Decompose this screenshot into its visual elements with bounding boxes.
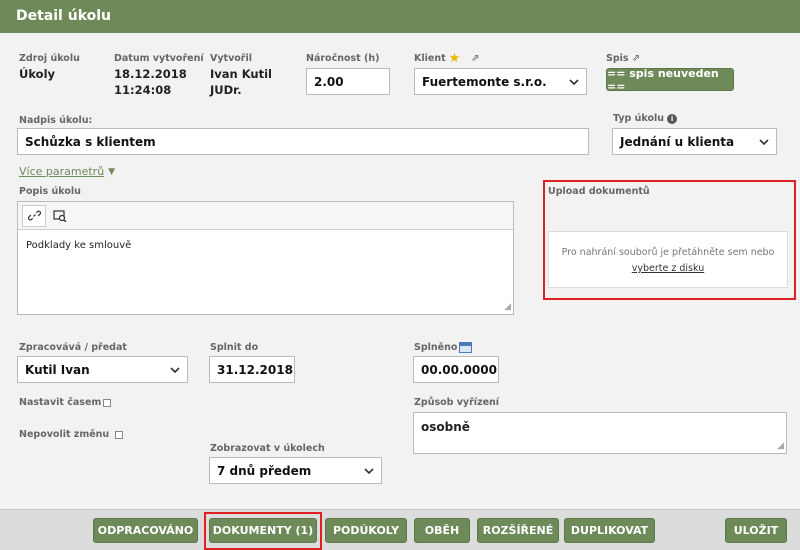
chevron-down-icon bbox=[357, 458, 381, 483]
klient-select[interactable]: Fuertemonte s.r.o. bbox=[414, 68, 587, 95]
spis-label: Spis bbox=[606, 53, 629, 64]
vice-parametru-link[interactable]: Více parametrů bbox=[19, 165, 104, 178]
image-search-icon[interactable] bbox=[48, 205, 72, 227]
podukoly-button[interactable]: PODÚKOLY bbox=[325, 518, 407, 543]
zpusob-label: Způsob vyřízení bbox=[414, 397, 500, 408]
spis-button[interactable]: == spis neuveden == bbox=[606, 67, 734, 93]
klient-label-row: Klient ★ ⇗ bbox=[414, 52, 480, 65]
splneno-label: Splněno bbox=[414, 342, 458, 353]
odpracovano-button[interactable]: ODPRACOVÁNO bbox=[93, 518, 198, 543]
upload-dropzone[interactable]: Pro nahrání souborů je přetáhněte sem ne… bbox=[548, 231, 788, 288]
link-icon[interactable] bbox=[22, 204, 46, 227]
zdroj-label: Zdroj úkolu bbox=[19, 53, 80, 64]
typ-label-row: Typ úkolu i bbox=[613, 113, 678, 124]
chevron-down-icon bbox=[752, 129, 776, 154]
external-link-icon[interactable]: ⇗ bbox=[471, 53, 479, 64]
datum-value-time: 11:24:08 bbox=[114, 83, 172, 97]
upload-hint: Pro nahrání souborů je přetáhněte sem ne… bbox=[561, 247, 775, 258]
typ-select[interactable]: Jednání u klienta bbox=[612, 128, 777, 155]
datum-value-date: 18.12.2018 bbox=[114, 67, 187, 81]
nastavit-label: Nastavit časem bbox=[19, 397, 102, 408]
zobrazovat-select[interactable]: 7 dnů předem bbox=[209, 457, 382, 484]
splnit-label: Splnit do bbox=[210, 342, 259, 353]
nepovolit-label: Nepovolit změnu bbox=[19, 429, 110, 440]
info-icon[interactable]: i bbox=[667, 113, 678, 124]
vice-parametru-toggle[interactable]: Více parametrů ▼ bbox=[19, 165, 115, 178]
nastavit-checkbox[interactable] bbox=[103, 398, 112, 407]
splneno-input[interactable]: 00.00.0000 bbox=[413, 356, 499, 383]
star-icon[interactable]: ★ bbox=[449, 52, 461, 65]
popis-label: Popis úkolu bbox=[19, 186, 81, 197]
nadpis-label: Nadpis úkolu: bbox=[19, 115, 93, 126]
resize-handle-icon[interactable]: ◢ bbox=[777, 441, 784, 451]
vytvoril-value-name: Ivan Kutil bbox=[210, 67, 273, 81]
popis-text: Podklady ke smlouvě bbox=[26, 240, 132, 251]
narocnost-input[interactable]: 2.00 bbox=[306, 68, 390, 95]
caret-down-icon: ▼ bbox=[108, 166, 116, 177]
zpusob-value: osobně bbox=[421, 420, 470, 434]
rozsirene-button[interactable]: ROZŠÍŘENÉ bbox=[477, 518, 559, 543]
popis-editor[interactable]: Podklady ke smlouvě ◢ bbox=[17, 201, 514, 315]
obeh-button[interactable]: OBĚH bbox=[414, 518, 470, 543]
zpracovava-label: Zpracovává / předat bbox=[19, 342, 127, 353]
upload-link[interactable]: vyberte z disku bbox=[549, 261, 787, 277]
editor-toolbar bbox=[18, 202, 513, 230]
splneno-label-row: Splněno bbox=[414, 342, 473, 353]
zobrazovat-label: Zobrazovat v úkolech bbox=[210, 443, 325, 454]
zobrazovat-value: 7 dnů předem bbox=[217, 463, 312, 478]
duplikovat-button[interactable]: DUPLIKOVAT bbox=[564, 518, 655, 543]
calendar-icon[interactable] bbox=[459, 342, 473, 353]
typ-label: Typ úkolu bbox=[613, 113, 665, 124]
vytvoril-value-title: JUDr. bbox=[210, 83, 242, 97]
external-link-icon[interactable]: ⇗ bbox=[632, 53, 640, 64]
zpusob-textarea[interactable]: osobně ◢ bbox=[413, 412, 787, 454]
klient-label: Klient bbox=[414, 53, 446, 64]
nastavit-row: Nastavit časem bbox=[19, 397, 112, 408]
ulozit-button[interactable]: ULOŽIT bbox=[725, 518, 787, 543]
zpracovava-value: Kutil Ivan bbox=[25, 362, 90, 377]
upload-label: Upload dokumentů bbox=[548, 186, 650, 197]
chevron-down-icon bbox=[562, 69, 586, 94]
nadpis-input[interactable]: Schůzka s klientem bbox=[17, 128, 589, 155]
page-title: Detail úkolu bbox=[0, 0, 800, 33]
chevron-down-icon bbox=[163, 357, 187, 382]
nepovolit-row: Nepovolit změnu bbox=[19, 429, 123, 440]
splnit-input[interactable]: 31.12.2018 bbox=[209, 356, 295, 383]
nepovolit-checkbox[interactable] bbox=[114, 430, 123, 439]
vytvoril-label: Vytvořil bbox=[210, 53, 253, 64]
narocnost-label: Náročnost (h) bbox=[306, 53, 380, 64]
klient-value: Fuertemonte s.r.o. bbox=[422, 74, 547, 89]
dokumenty-button[interactable]: DOKUMENTY (1) bbox=[209, 518, 317, 543]
zdroj-value: Úkoly bbox=[19, 67, 56, 81]
zpracovava-select[interactable]: Kutil Ivan bbox=[17, 356, 188, 383]
resize-handle-icon[interactable]: ◢ bbox=[504, 302, 511, 312]
datum-label: Datum vytvoření bbox=[114, 53, 204, 64]
typ-value: Jednání u klienta bbox=[620, 134, 735, 149]
spis-label-row: Spis ⇗ bbox=[606, 53, 640, 64]
